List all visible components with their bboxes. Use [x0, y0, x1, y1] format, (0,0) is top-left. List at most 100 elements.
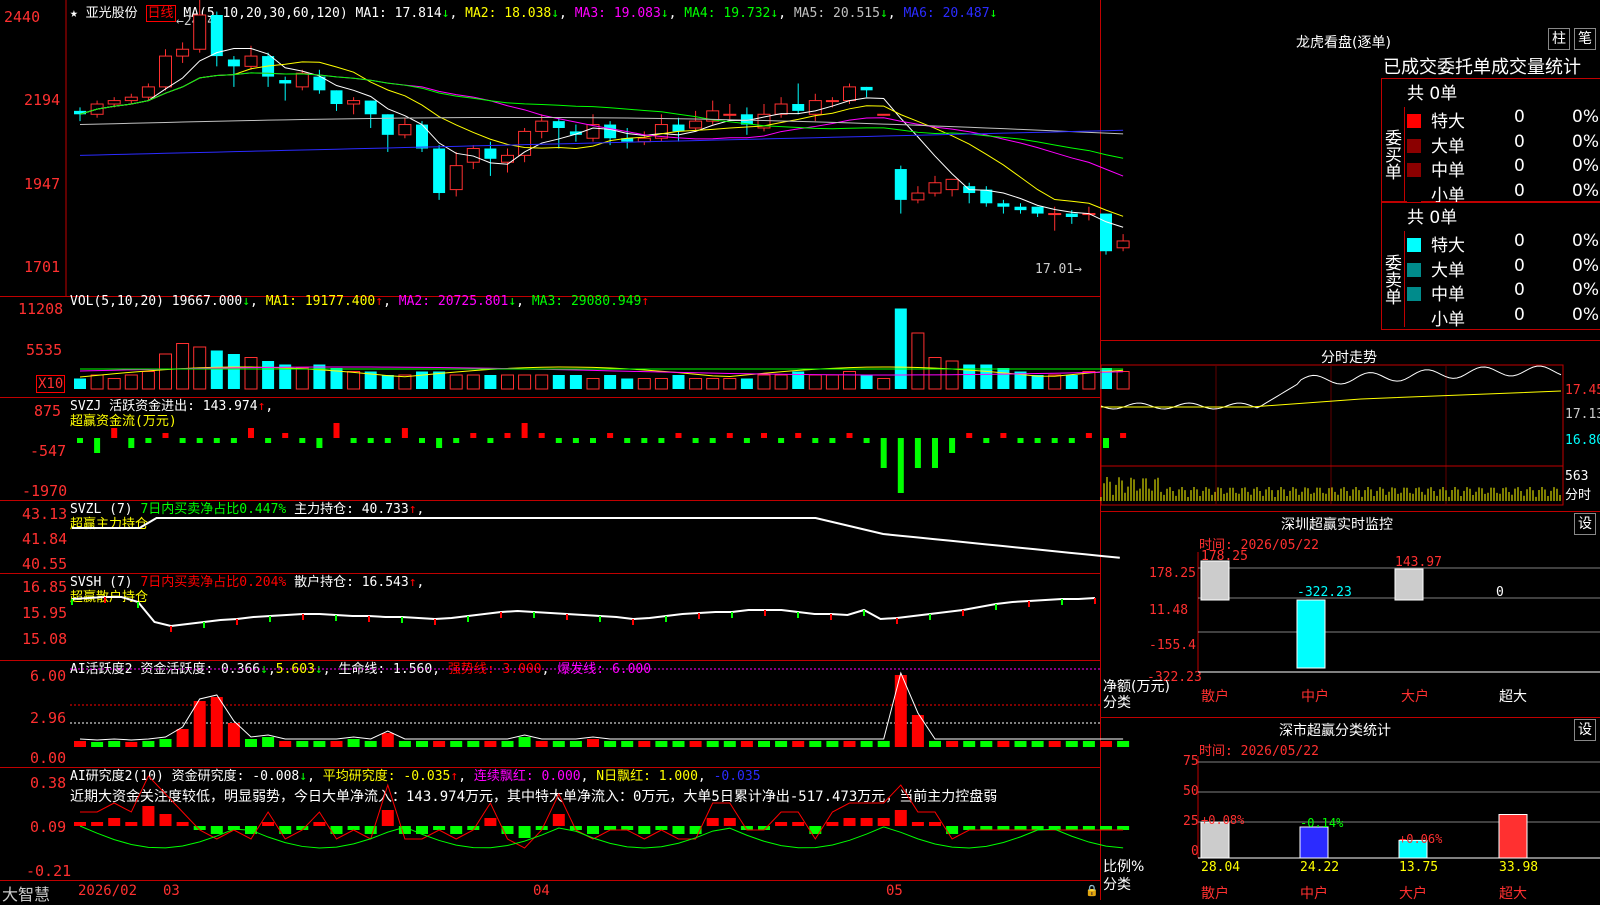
flow-bar: [282, 433, 289, 438]
kline-chart[interactable]: [0, 0, 1130, 296]
research-bar: [125, 822, 138, 826]
date-label-m2: 04: [533, 883, 550, 899]
sell-row: 特大 0 0%: [1407, 231, 1600, 256]
research-bar: [176, 822, 189, 826]
candle-body: [1014, 206, 1027, 211]
research-bar: [877, 818, 890, 826]
ai-research-panel[interactable]: AI研究度2(10) 资金研究度: -0.008↓, 平均研究度: -0.035…: [0, 768, 1130, 880]
volume-bar: [774, 374, 788, 390]
activity-bar: [638, 741, 651, 747]
buy-label: 大单: [1431, 136, 1465, 157]
flow-bar: [624, 438, 631, 443]
research-bar: [929, 822, 941, 826]
flow-bar: [179, 438, 186, 443]
activity-bar: [347, 739, 360, 747]
volume-chart[interactable]: [0, 297, 1130, 397]
research-bar: [159, 814, 172, 826]
activity-bar: [604, 741, 617, 747]
sell-row: 小单 0 0%: [1407, 304, 1600, 330]
volume-bar: [757, 374, 771, 390]
ai-research-chart[interactable]: [0, 768, 1130, 880]
ma-line: [79, 72, 1124, 159]
sell-count: 0: [1514, 304, 1525, 325]
flow-bar: [1085, 433, 1092, 438]
volume-bar: [740, 378, 753, 389]
buy-percent: 0%: [1572, 107, 1599, 127]
volume-bar: [860, 375, 873, 389]
flow-bar: [914, 438, 921, 468]
monitor-category-label: 散户: [1201, 688, 1229, 705]
activity-bar: [894, 675, 907, 747]
svzl-panel[interactable]: SVZL (7) 7日内买卖净占比0.447% 主力持仓: 40.733↑, 超…: [0, 501, 1120, 574]
activity-bar: [621, 741, 634, 747]
volume-bar: [381, 375, 394, 389]
lock-icon[interactable]: 🔒: [1085, 884, 1099, 897]
flow-bar: [487, 438, 494, 443]
flow-bar: [1051, 438, 1058, 443]
candle-body: [552, 121, 565, 128]
activity-bar: [313, 741, 326, 747]
activity-bar: [1048, 741, 1061, 747]
flow-bar: [743, 438, 750, 443]
flow-bar: [436, 438, 443, 448]
ai-active-chart[interactable]: [0, 661, 1130, 767]
volume-bar: [1065, 375, 1078, 389]
svzl-chart[interactable]: [0, 501, 1120, 573]
flow-bar: [419, 438, 425, 443]
volume-bar: [621, 378, 634, 389]
tick-mode-button[interactable]: 笔: [1574, 28, 1596, 50]
candle-body: [347, 100, 361, 105]
activity-bar: [381, 733, 394, 747]
research-bar: [980, 826, 993, 830]
volume-panel[interactable]: VOL(5,10,20) 19667.000↓, MA1: 19177.400↑…: [0, 294, 1130, 398]
candle-body: [141, 86, 155, 98]
research-bar: [604, 826, 617, 830]
flow-bar: [230, 438, 237, 443]
candle-body: [398, 124, 412, 136]
volume-bar: [90, 374, 104, 390]
candle-body: [980, 189, 993, 204]
monitor-category-label: 大户: [1401, 688, 1429, 705]
flow-bar: [692, 438, 699, 443]
kline-panel[interactable]: ★ 亚光股份 日线 MA(5,10,20,30,60,120) MA1: 17.…: [0, 0, 1130, 297]
date-label-m3: 05: [886, 883, 903, 899]
monitor-bar: [1200, 560, 1230, 601]
candle-body: [416, 124, 428, 149]
flow-bar: [778, 438, 785, 443]
ma-line: [79, 61, 1124, 217]
volume-bar: [569, 375, 582, 389]
activity-bar: [518, 737, 531, 747]
research-bar: [74, 822, 86, 826]
candle-body: [484, 148, 497, 159]
flow-bar: [521, 423, 528, 438]
flow-bar: [128, 438, 135, 448]
intraday-panel[interactable]: 分时走势 17.45 17.13 16.80 563 分时: [1100, 341, 1600, 512]
buy-count: 0: [1514, 131, 1525, 152]
classify-value-label: 28.04: [1201, 860, 1240, 875]
ai-active-panel[interactable]: AI活跃度2 资金活跃度: 0.366↓,5.603↓, 生命线: 1.560,…: [0, 661, 1130, 768]
volume-bar: [159, 353, 172, 390]
svsh-panel[interactable]: SVSH (7) 7日内买卖净占比0.204% 散户持仓: 16.543↑, 超…: [0, 574, 1100, 661]
buy-swatch: [1407, 163, 1421, 177]
research-bar: [313, 822, 326, 826]
flow-bar: [846, 433, 853, 438]
svsh-chart[interactable]: [0, 574, 1100, 660]
flow-bar: [401, 428, 408, 438]
flow-bar: [590, 438, 596, 443]
date-label-m1: 03: [163, 883, 180, 899]
volume-bar: [227, 354, 240, 389]
flow-bar: [949, 438, 956, 453]
longhu-title: 龙虎看盘(逐单): [1296, 35, 1391, 51]
bar-mode-button[interactable]: 柱: [1548, 28, 1570, 50]
activity-bar: [792, 741, 805, 747]
buy-label: 中单: [1431, 161, 1465, 181]
intraday-chart[interactable]: [1100, 341, 1600, 511]
flow-bar: [675, 433, 682, 438]
activity-bar: [176, 729, 189, 747]
buy-swatch: [1407, 138, 1421, 153]
svzj-chart[interactable]: [0, 398, 1127, 500]
flow-bar: [829, 438, 836, 443]
activity-bar: [535, 741, 548, 747]
volume-bar: [604, 375, 617, 389]
svzj-panel[interactable]: SVZJ 活跃资金进出: 143.974↑, 超赢资金流(万元) 875 -54…: [0, 398, 1127, 501]
